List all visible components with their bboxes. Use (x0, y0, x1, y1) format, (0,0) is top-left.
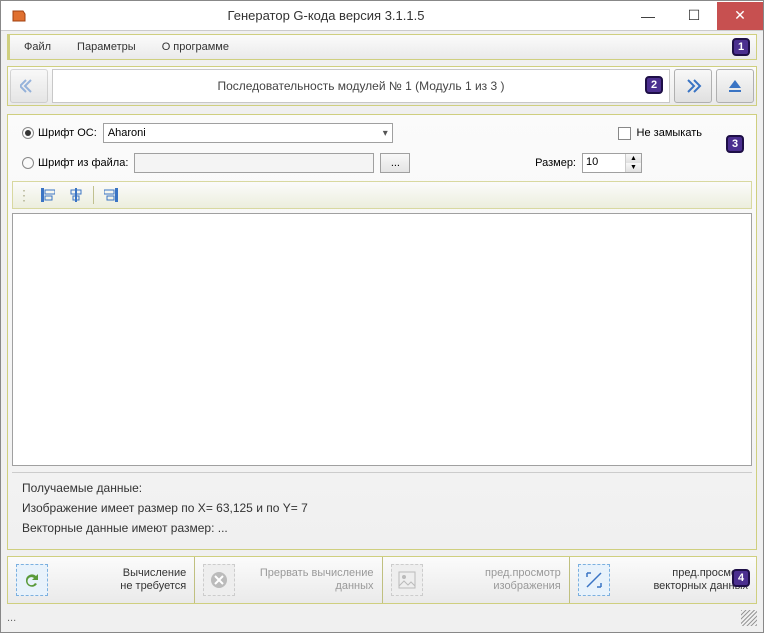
spinner-down[interactable]: ▼ (626, 163, 641, 172)
titlebar: Генератор G-кода версия 3.1.1.5 — ☐ ✕ (1, 1, 763, 31)
minimize-button[interactable]: — (625, 2, 671, 30)
refresh-icon (16, 564, 48, 596)
size-spinner[interactable]: 10 ▲ ▼ (582, 153, 642, 173)
annotation-badge-4: 4 (732, 569, 750, 587)
info-header: Получаемые данные: (22, 481, 742, 495)
app-icon (11, 8, 27, 24)
grip-icon: ⋮ (17, 187, 31, 204)
window: Генератор G-кода версия 3.1.1.5 — ☐ ✕ Фа… (0, 0, 764, 633)
radio-icon (22, 157, 34, 169)
align-center-button[interactable] (65, 185, 87, 205)
align-right-button[interactable] (100, 185, 122, 205)
module-label-text: Последовательность модулей № 1 (Модуль 1… (217, 79, 504, 93)
abort-button: Прервать вычислениеданных 4 (195, 557, 382, 603)
align-left-button[interactable] (37, 185, 59, 205)
vector-icon (578, 564, 610, 596)
main-panel: 3 Шрифт ОС: Aharoni ▾ Не замыкать Шрифт … (7, 114, 757, 550)
font-os-value: Aharoni (108, 127, 146, 139)
annotation-badge-3: 3 (726, 135, 744, 153)
info-line2: Векторные данные имеют размер: ... (22, 521, 742, 535)
font-file-path[interactable] (134, 153, 374, 173)
size-row: Размер: 10 ▲ ▼ (535, 153, 742, 173)
no-close-label: Не замыкать (637, 127, 702, 139)
canvas[interactable] (12, 213, 752, 466)
module-bar: Последовательность модулей № 1 (Модуль 1… (7, 66, 757, 106)
statusbar: ... (7, 608, 757, 628)
annotation-badge-1: 1 (732, 38, 750, 56)
resize-grip[interactable] (741, 610, 757, 626)
preview-vector-label: пред.просмотрвекторных данных (618, 567, 748, 593)
font-os-combo[interactable]: Aharoni ▾ (103, 123, 393, 143)
prev-module-button[interactable] (10, 69, 48, 103)
menu-params[interactable]: Параметры (67, 38, 146, 56)
status-text: ... (7, 612, 16, 624)
maximize-button[interactable]: ☐ (671, 2, 717, 30)
font-os-radio[interactable]: Шрифт ОС: (22, 127, 97, 139)
font-os-row: Шрифт ОС: Aharoni ▾ Не замыкать (12, 119, 752, 147)
no-close-check[interactable]: Не замыкать (618, 127, 742, 140)
eject-button[interactable] (716, 69, 754, 103)
annotation-badge-2: 2 (645, 76, 663, 94)
size-label: Размер: (535, 157, 576, 169)
size-value: 10 (583, 154, 625, 172)
info-line1: Изображение имеет размер по X= 63,125 и … (22, 501, 742, 515)
font-os-label: Шрифт ОС: (38, 127, 97, 139)
info-panel: Получаемые данные: Изображение имеет раз… (12, 472, 752, 545)
radio-icon (22, 127, 34, 139)
menu-about[interactable]: О программе (152, 38, 239, 56)
cancel-icon (203, 564, 235, 596)
spinner-up[interactable]: ▲ (626, 154, 641, 163)
separator (93, 186, 94, 204)
window-controls: — ☐ ✕ (625, 2, 763, 30)
font-file-radio[interactable]: Шрифт из файла: (22, 157, 128, 169)
calc-label: Вычислениене требуется (56, 567, 186, 593)
chevron-down-icon: ▾ (383, 128, 388, 139)
image-icon (391, 564, 423, 596)
preview-vector-button[interactable]: пред.просмотрвекторных данных (570, 557, 756, 603)
preview-image-label: пред.просмотризображения (431, 567, 561, 593)
window-title: Генератор G-кода версия 3.1.1.5 (27, 8, 625, 23)
abort-label: Прервать вычислениеданных (243, 567, 373, 593)
font-file-label: Шрифт из файла: (38, 157, 128, 169)
menu-file[interactable]: Файл (14, 38, 61, 56)
preview-image-button: пред.просмотризображения (383, 557, 570, 603)
font-file-row: Шрифт из файла: ... Размер: 10 ▲ ▼ (12, 149, 752, 177)
spinner-buttons: ▲ ▼ (625, 154, 641, 172)
align-toolbar: ⋮ (12, 181, 752, 209)
calc-button[interactable]: Вычислениене требуется (8, 557, 195, 603)
bottom-bar: Вычислениене требуется Прервать вычислен… (7, 556, 757, 604)
module-label: Последовательность модулей № 1 (Модуль 1… (52, 69, 670, 103)
checkbox-icon (618, 127, 631, 140)
next-module-button[interactable] (674, 69, 712, 103)
menubar: Файл Параметры О программе 1 (7, 34, 757, 60)
browse-button[interactable]: ... (380, 153, 410, 173)
close-button[interactable]: ✕ (717, 2, 763, 30)
